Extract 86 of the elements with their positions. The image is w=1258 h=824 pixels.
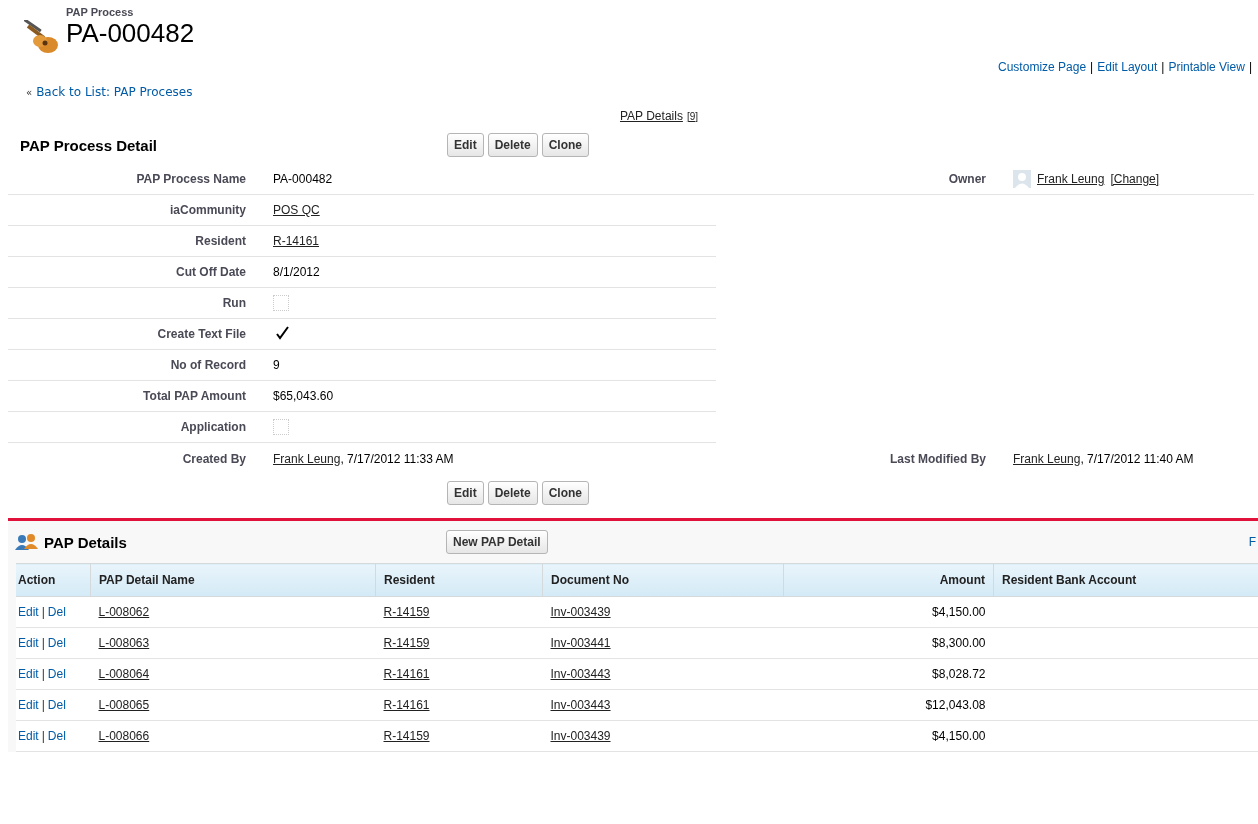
- field-label: Create Text File: [157, 327, 246, 341]
- table-cell: $8,028.72: [932, 667, 986, 681]
- separator: |: [41, 605, 45, 619]
- record-link[interactable]: Inv-003439: [550, 729, 611, 743]
- field-value: 9: [273, 358, 280, 372]
- back-arrow: «: [26, 86, 33, 98]
- separator: |: [1248, 60, 1252, 74]
- action-button[interactable]: Edit: [447, 133, 484, 157]
- table-cell: $4,150.00: [932, 605, 986, 619]
- record-link[interactable]: L-008063: [98, 636, 150, 650]
- table-cell: $4,150.00: [932, 729, 986, 743]
- record-link[interactable]: POS QC: [273, 203, 320, 217]
- field-value: , 7/17/2012 11:33 AM: [340, 451, 454, 466]
- field-label: Application: [180, 420, 246, 434]
- column-header: Document No: [542, 563, 784, 597]
- people-icon: [14, 532, 40, 552]
- field-label: Created By: [182, 451, 246, 466]
- new-button[interactable]: New PAP Detail: [446, 530, 548, 554]
- record-link[interactable]: Frank Leung: [1037, 172, 1105, 186]
- action-button[interactable]: Delete: [487, 133, 538, 157]
- separator: |: [41, 636, 45, 650]
- separator: |: [41, 729, 45, 743]
- field-label: iaCommunity: [170, 203, 246, 217]
- row-action-link[interactable]: Edit: [18, 667, 39, 681]
- related-count[interactable]: [9]: [686, 110, 698, 122]
- field-value: 8/1/2012: [273, 265, 320, 279]
- field-label: Owner: [948, 172, 986, 186]
- field-label: Run: [222, 296, 246, 310]
- action-button[interactable]: Clone: [541, 133, 590, 157]
- column-header: Action: [16, 563, 91, 597]
- record-link[interactable]: R-14161: [383, 667, 430, 681]
- page-link[interactable]: Edit Layout: [1097, 60, 1158, 74]
- field-value: PA-000482: [273, 172, 333, 186]
- page-link[interactable]: Printable View: [1168, 60, 1245, 74]
- field-label: Cut Off Date: [176, 265, 246, 279]
- table-cell: $12,043.08: [925, 698, 986, 712]
- record-link[interactable]: Inv-003443: [550, 698, 611, 712]
- field-value: $65,043.60: [273, 389, 334, 403]
- row-action-link[interactable]: Del: [47, 729, 66, 743]
- separator: |: [1161, 60, 1165, 74]
- row-action-link[interactable]: Del: [47, 636, 66, 650]
- column-header: Resident: [375, 563, 543, 597]
- record-link[interactable]: R-14159: [383, 636, 430, 650]
- record-link[interactable]: L-008066: [98, 729, 150, 743]
- field-label: Resident: [195, 234, 246, 248]
- record-link[interactable]: R-14159: [383, 729, 430, 743]
- row-action-link[interactable]: Edit: [18, 698, 39, 712]
- column-header: PAP Detail Name: [90, 563, 376, 597]
- record-link[interactable]: Inv-003441: [550, 636, 611, 650]
- action-button[interactable]: Delete: [487, 481, 538, 505]
- object-type: PAP Process: [66, 6, 135, 19]
- record-link[interactable]: [Change]: [1110, 172, 1160, 186]
- record-link[interactable]: R-14161: [273, 234, 320, 248]
- field-value: , 7/17/2012 11:40 AM: [1080, 451, 1194, 466]
- record-link[interactable]: R-14161: [383, 698, 430, 712]
- related-list-link[interactable]: PAP Details: [619, 109, 683, 123]
- action-button[interactable]: Clone: [541, 481, 590, 505]
- table-cell: $8,300.00: [932, 636, 986, 650]
- field-label: PAP Process Name: [136, 172, 246, 186]
- section-title: PAP Process Detail: [20, 136, 157, 154]
- field-label: Total PAP Amount: [143, 389, 246, 403]
- page-link[interactable]: Customize Page: [998, 60, 1087, 74]
- row-action-link[interactable]: Del: [47, 698, 66, 712]
- record-link[interactable]: Inv-003443: [550, 667, 611, 681]
- row-action-link[interactable]: Edit: [18, 636, 39, 650]
- action-button[interactable]: Edit: [447, 481, 484, 505]
- record-name: PA-000482: [66, 19, 195, 47]
- back-link[interactable]: Back to List: PAP Proceses: [36, 85, 193, 99]
- field-label: Last Modified By: [890, 451, 986, 466]
- record-link[interactable]: R-14159: [383, 605, 430, 619]
- separator: |: [41, 667, 45, 681]
- page-link[interactable]: F: [1248, 535, 1258, 549]
- column-header: Amount: [783, 563, 994, 597]
- separator: |: [41, 698, 45, 712]
- record-link[interactable]: L-008065: [98, 698, 150, 712]
- section-title: PAP Details: [44, 533, 127, 551]
- column-header: Resident Bank Account: [993, 563, 1258, 597]
- row-action-link[interactable]: Edit: [18, 729, 39, 743]
- record-link[interactable]: L-008062: [98, 605, 150, 619]
- row-action-link[interactable]: Edit: [18, 605, 39, 619]
- row-action-link[interactable]: Del: [47, 605, 66, 619]
- record-link[interactable]: L-008064: [98, 667, 150, 681]
- record-link[interactable]: Inv-003439: [550, 605, 611, 619]
- separator: |: [1090, 60, 1094, 74]
- row-action-link[interactable]: Del: [47, 667, 66, 681]
- field-label: No of Record: [170, 358, 246, 372]
